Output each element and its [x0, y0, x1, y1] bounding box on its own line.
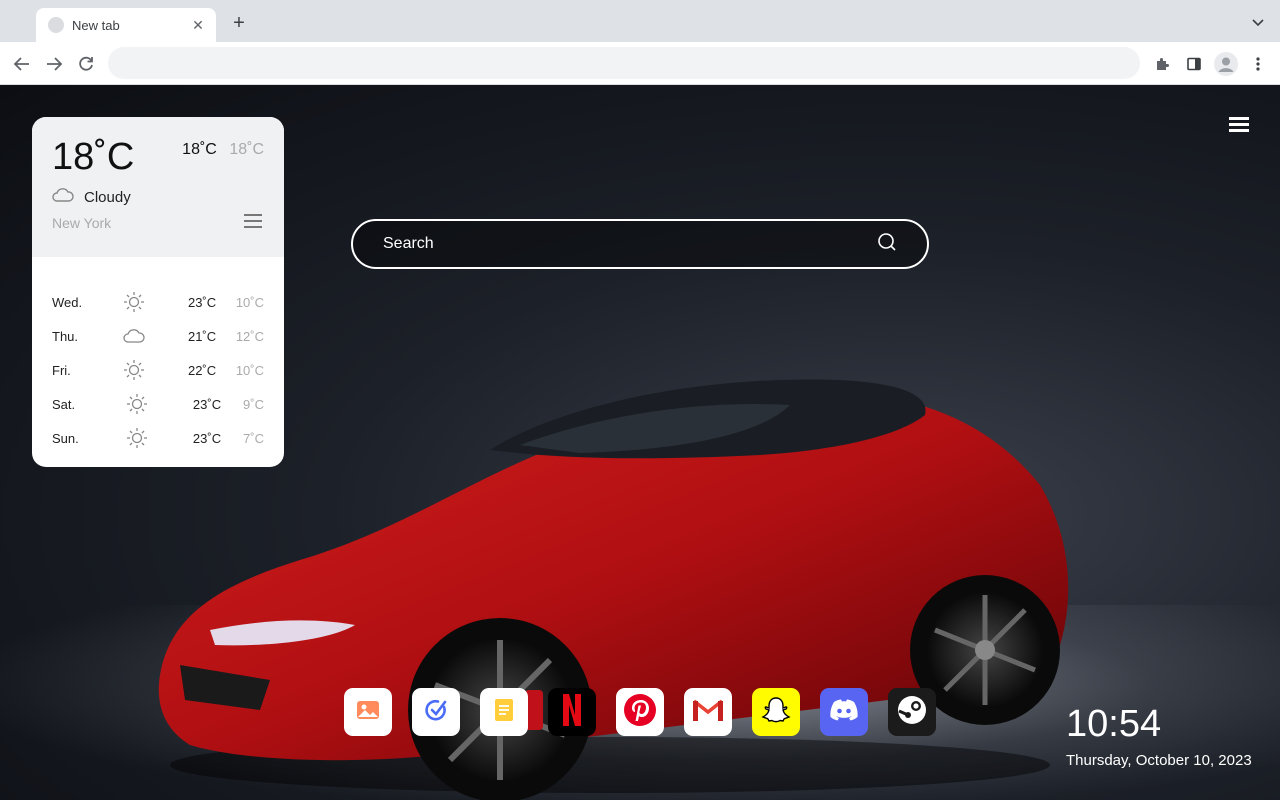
check-icon — [423, 697, 449, 728]
temperature-range: 18˚C 18˚C — [182, 141, 264, 159]
cloud-icon — [52, 187, 74, 207]
forecast-high: 23˚C — [192, 396, 222, 412]
reload-icon — [79, 56, 93, 71]
tab-strip: New tab ✕ + — [0, 0, 1280, 42]
forecast-day: Sun. — [52, 430, 79, 446]
notes-app[interactable] — [480, 688, 528, 736]
kebab-menu-icon[interactable] — [1246, 52, 1270, 76]
photos-app[interactable] — [344, 688, 392, 736]
image-icon — [355, 697, 381, 728]
forecast-low: 9˚C — [243, 396, 264, 412]
condition-label: Cloudy — [84, 188, 131, 206]
city-name: New York — [52, 215, 112, 231]
profile-avatar[interactable] — [1214, 52, 1238, 76]
menu-icon[interactable] — [1229, 117, 1249, 133]
chevron-down-icon[interactable] — [1250, 14, 1266, 30]
netflix-icon — [561, 693, 583, 732]
extensions-icon[interactable] — [1150, 52, 1174, 76]
clock-time: 10:54 — [1066, 703, 1162, 745]
notes-icon — [491, 697, 517, 728]
tab-title: New tab — [72, 17, 120, 33]
high-temperature: 18˚C — [182, 141, 217, 158]
forecast-low: 10˚C — [235, 294, 265, 310]
address-bar[interactable] — [108, 47, 1140, 79]
clock-date: Thursday, October 10, 2023 — [1066, 752, 1252, 769]
steam-app[interactable] — [888, 688, 936, 736]
reload-button[interactable] — [74, 52, 98, 76]
app-dock — [344, 688, 936, 736]
arrow-left-icon — [13, 57, 29, 71]
forecast-day: Wed. — [52, 294, 83, 310]
forecast-list: Wed. 23˚C 10˚C Thu. 21˚C 12˚C Fri. 22˚C … — [32, 257, 284, 455]
forecast-low: 12˚C — [235, 328, 265, 344]
weather-menu-icon[interactable] — [244, 214, 262, 228]
tab-new-tab[interactable]: New tab ✕ — [36, 8, 216, 42]
forecast-day: Thu. — [52, 328, 79, 344]
forecast-low: 10˚C — [235, 362, 265, 378]
forecast-low: 7˚C — [243, 430, 264, 446]
forecast-high: 21˚C — [187, 328, 217, 344]
low-temperature: 18˚C — [229, 141, 264, 158]
forward-button[interactable] — [42, 52, 66, 76]
sun-icon — [118, 393, 156, 415]
back-button[interactable] — [10, 52, 34, 76]
cloud-icon — [116, 328, 153, 344]
forecast-high: 22˚C — [187, 362, 217, 378]
favicon-icon — [48, 17, 64, 33]
browser-toolbar — [0, 42, 1280, 85]
side-panel-icon[interactable] — [1182, 52, 1206, 76]
pinterest-icon — [623, 693, 657, 732]
snapchat-app[interactable] — [752, 688, 800, 736]
snapchat-icon — [761, 695, 791, 730]
tasks-app[interactable] — [412, 688, 460, 736]
gmail-icon — [692, 698, 724, 727]
search-icon[interactable] — [877, 232, 897, 257]
search-input[interactable] — [383, 235, 877, 253]
forecast-row: Thu. 21˚C 12˚C — [52, 319, 264, 353]
netflix-app[interactable] — [548, 688, 596, 736]
arrow-right-icon — [47, 57, 63, 71]
search-box[interactable] — [351, 219, 929, 269]
close-icon[interactable]: ✕ — [190, 17, 206, 34]
forecast-row: Sat. 23˚C 9˚C — [52, 387, 264, 421]
forecast-day: Fri. — [52, 362, 71, 378]
sun-icon — [118, 427, 156, 449]
discord-app[interactable] — [820, 688, 868, 736]
gmail-app[interactable] — [684, 688, 732, 736]
sun-icon — [116, 291, 153, 313]
sun-icon — [116, 359, 153, 381]
weather-widget: 18˚C 18˚C 18˚C Cloudy New York Wed. 23˚C… — [32, 117, 284, 467]
new-tab-button[interactable]: + — [228, 12, 250, 34]
forecast-high: 23˚C — [187, 294, 217, 310]
forecast-row: Fri. 22˚C 10˚C — [52, 353, 264, 387]
forecast-row: Sun. 23˚C 7˚C — [52, 421, 264, 455]
forecast-day: Sat. — [52, 396, 76, 412]
forecast-high: 23˚C — [192, 430, 222, 446]
forecast-row: Wed. 23˚C 10˚C — [52, 285, 264, 319]
weather-condition: Cloudy — [52, 187, 264, 207]
pinterest-app[interactable] — [616, 688, 664, 736]
steam-icon — [896, 694, 928, 731]
new-tab-page: 18˚C 18˚C 18˚C Cloudy New York Wed. 23˚C… — [0, 85, 1280, 800]
clock-widget: 10:54 Thursday, October 10, 2023 — [1066, 702, 1252, 769]
weather-current: 18˚C 18˚C 18˚C Cloudy New York — [32, 117, 284, 257]
discord-icon — [828, 698, 860, 727]
